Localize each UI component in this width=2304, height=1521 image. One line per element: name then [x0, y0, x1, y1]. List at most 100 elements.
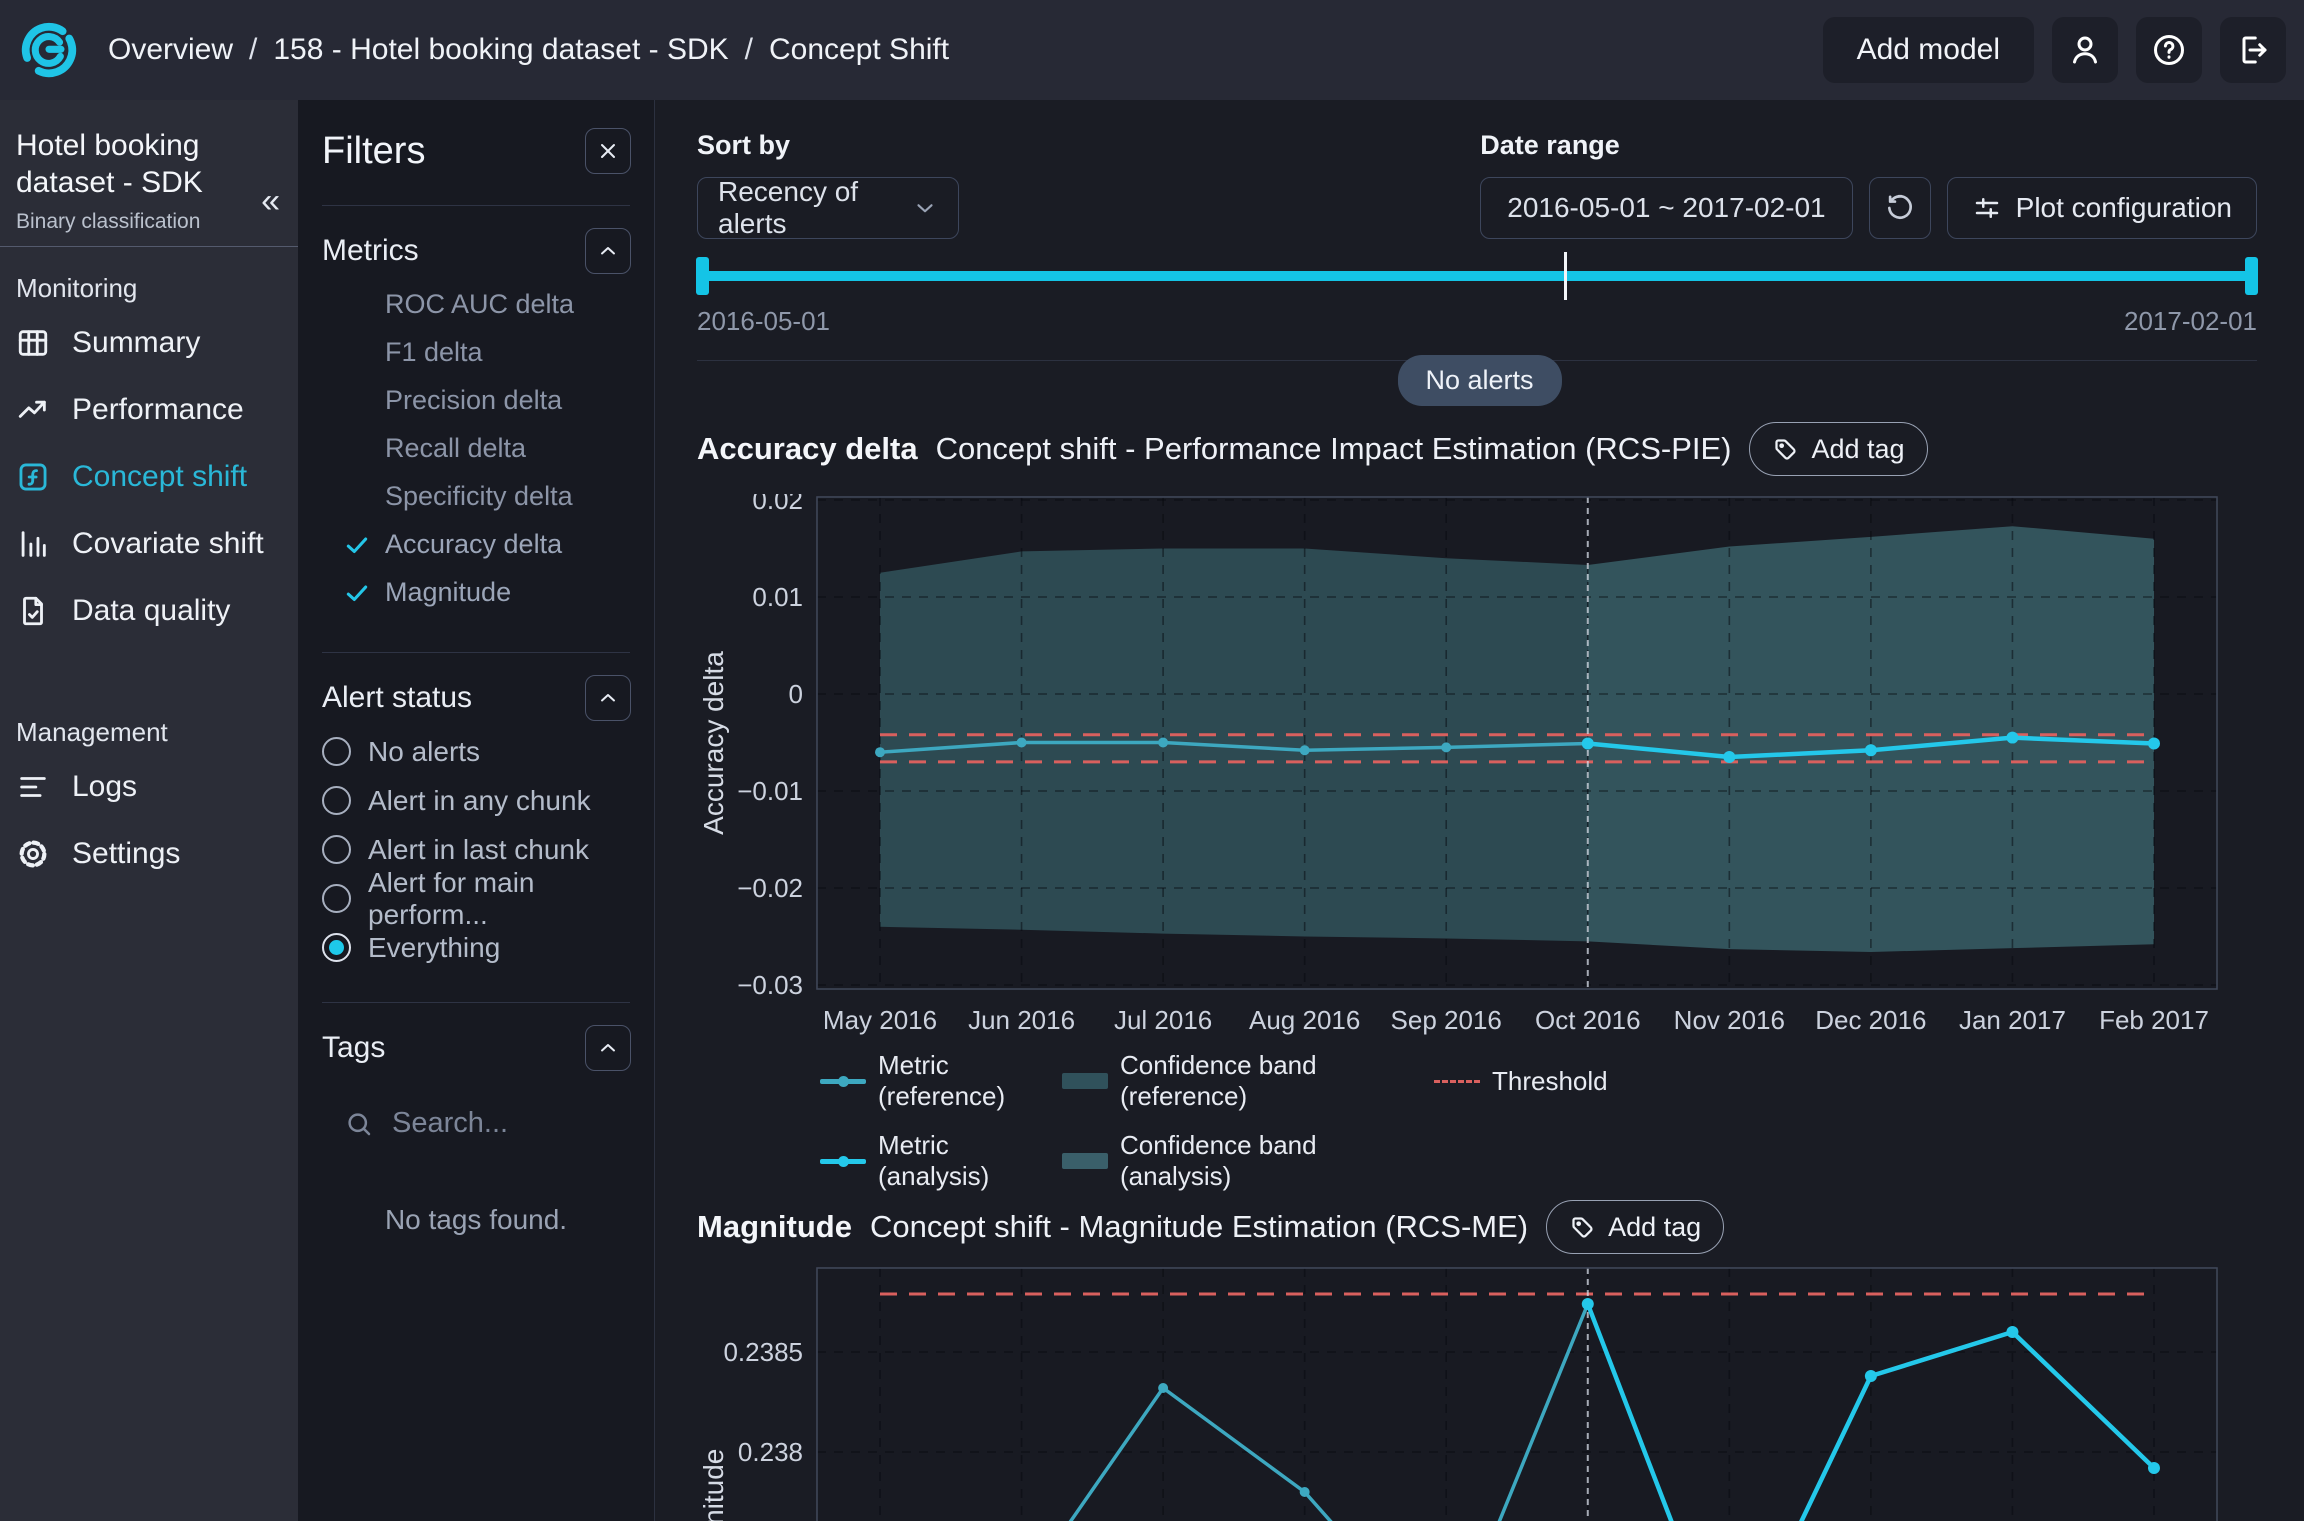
- help-button[interactable]: [2136, 17, 2202, 83]
- model-title: Hotel booking dataset - SDK: [16, 128, 266, 202]
- svg-text:−0.03: −0.03: [737, 970, 803, 1000]
- sidebar-item-performance[interactable]: Performance: [0, 377, 298, 444]
- search-icon: [344, 1109, 374, 1139]
- alert-status-collapse-button[interactable]: [585, 675, 631, 721]
- slider-track[interactable]: [697, 271, 2257, 281]
- radio-icon: [322, 737, 351, 766]
- tags-collapse-button[interactable]: [585, 1025, 631, 1071]
- chart2-method-name: Concept shift - Magnitude Estimation (RC…: [870, 1209, 1528, 1245]
- help-icon: [2151, 32, 2187, 68]
- svg-text:Jan 2017: Jan 2017: [1959, 1005, 2066, 1035]
- sidebar-item-data-quality[interactable]: Data quality: [0, 578, 298, 645]
- reset-date-range-button[interactable]: [1869, 177, 1931, 239]
- plot-configuration-label: Plot configuration: [2016, 192, 2232, 224]
- metric-label: ROC AUC delta: [385, 289, 574, 320]
- nannyml-logo[interactable]: [18, 19, 80, 81]
- chart2-metric-name: Magnitude: [697, 1209, 852, 1245]
- chart-legend: Metric (reference) Confidence band (refe…: [820, 1050, 1608, 1192]
- alert-status-option-any-chunk[interactable]: Alert in any chunk: [298, 776, 654, 825]
- svg-text:−0.02: −0.02: [737, 873, 803, 903]
- metric-option-recall-delta[interactable]: Recall delta: [298, 424, 654, 472]
- legend-item-metric-reference: Metric (reference): [820, 1050, 1062, 1112]
- sort-by-select[interactable]: Recency of alerts: [697, 177, 959, 239]
- sidebar-item-settings[interactable]: Settings: [0, 821, 298, 888]
- breadcrumb-separator: /: [249, 33, 257, 67]
- chart1-title-row: Accuracy delta Concept shift - Performan…: [697, 422, 1928, 476]
- alert-status-option-no-alerts[interactable]: No alerts: [298, 727, 654, 776]
- radio-icon: [322, 835, 351, 864]
- svg-text:0.238: 0.238: [738, 1437, 803, 1467]
- radio-selected-icon: [322, 933, 351, 962]
- model-sidebar: Hotel booking dataset - SDK « Binary cla…: [0, 100, 298, 1521]
- slider-handle-end[interactable]: [2245, 257, 2258, 295]
- sidebar-collapse-button[interactable]: «: [261, 184, 280, 218]
- user-icon: [2067, 32, 2103, 68]
- filters-close-button[interactable]: [585, 128, 631, 174]
- chart1-metric-name: Accuracy delta: [697, 431, 918, 467]
- breadcrumb-model[interactable]: 158 - Hotel booking dataset - SDK: [273, 33, 728, 67]
- checkmark-icon: [344, 580, 370, 606]
- tag-icon: [1569, 1214, 1596, 1241]
- sort-by-label: Sort by: [697, 130, 959, 161]
- metric-label: F1 delta: [385, 337, 483, 368]
- chevron-up-icon: [596, 1036, 620, 1060]
- sidebar-item-logs[interactable]: Logs: [0, 754, 298, 821]
- date-range-label: Date range: [1480, 130, 2257, 161]
- plot-configuration-button[interactable]: Plot configuration: [1947, 177, 2257, 239]
- tag-search-input[interactable]: [392, 1107, 612, 1140]
- breadcrumb-overview[interactable]: Overview: [108, 33, 233, 67]
- svg-text:Jul 2016: Jul 2016: [1114, 1005, 1212, 1035]
- metric-label: Accuracy delta: [385, 529, 562, 560]
- slider-labels: 2016-05-01 2017-02-01: [697, 306, 2257, 337]
- chart2-add-tag-button[interactable]: Add tag: [1546, 1200, 1724, 1254]
- slider-handle-start[interactable]: [696, 257, 709, 295]
- radio-label: No alerts: [368, 736, 480, 768]
- sidebar-item-label: Concept shift: [72, 460, 247, 494]
- date-range-slider: [697, 252, 2257, 300]
- legend-swatch-metric-reference: [820, 1079, 866, 1084]
- svg-text:Magnitude: Magnitude: [698, 1449, 729, 1521]
- radio-icon: [322, 884, 351, 913]
- sidebar-item-concept-shift[interactable]: Concept shift: [0, 444, 298, 511]
- sidebar-item-covariate-shift[interactable]: Covariate shift: [0, 511, 298, 578]
- svg-text:Feb 2017: Feb 2017: [2099, 1005, 2209, 1035]
- metric-option-specificity-delta[interactable]: Specificity delta: [298, 472, 654, 520]
- legend-item-metric-analysis: Metric (analysis): [820, 1130, 1062, 1192]
- metric-option-roc-auc-delta[interactable]: ROC AUC delta: [298, 280, 654, 328]
- sliders-icon: [1972, 193, 2002, 223]
- logout-button[interactable]: [2220, 17, 2286, 83]
- logout-icon: [2235, 32, 2271, 68]
- slider-current-marker[interactable]: [1564, 252, 1567, 300]
- legend-item-band-reference: Confidence band (reference): [1062, 1050, 1434, 1112]
- chart1-add-tag-button[interactable]: Add tag: [1749, 422, 1927, 476]
- add-model-button[interactable]: Add model: [1823, 17, 2034, 83]
- accuracy-delta-chart[interactable]: 0.020.010−0.01−0.02−0.03May 2016Jun 2016…: [697, 494, 2227, 1054]
- metric-option-magnitude[interactable]: Magnitude: [298, 568, 654, 616]
- sort-by-control: Sort by Recency of alerts: [697, 130, 959, 239]
- alert-status-option-main-performance[interactable]: Alert for main perform...: [298, 874, 654, 923]
- date-range-control: Date range 2016-05-01 ~ 2017-02-01 Plot …: [1480, 130, 2257, 239]
- management-heading: Management: [0, 717, 298, 748]
- metric-option-precision-delta[interactable]: Precision delta: [298, 376, 654, 424]
- history-icon: [1884, 192, 1916, 224]
- legend-label: Metric (reference): [878, 1050, 1062, 1112]
- sidebar-item-summary[interactable]: Summary: [0, 310, 298, 377]
- top-navbar: Overview / 158 - Hotel booking dataset -…: [0, 0, 2304, 100]
- sidebar-item-label: Covariate shift: [72, 527, 264, 561]
- summary-grid-icon: [16, 326, 50, 360]
- sidebar-item-label: Performance: [72, 393, 244, 427]
- radio-icon: [322, 786, 351, 815]
- breadcrumb-current: Concept Shift: [769, 33, 949, 67]
- metrics-collapse-button[interactable]: [585, 228, 631, 274]
- metric-option-accuracy-delta[interactable]: Accuracy delta: [298, 520, 654, 568]
- user-button[interactable]: [2052, 17, 2118, 83]
- radio-label: Alert for main perform...: [368, 867, 654, 931]
- legend-swatch-band-reference: [1062, 1073, 1108, 1089]
- metric-option-f1-delta[interactable]: F1 delta: [298, 328, 654, 376]
- svg-text:Nov 2016: Nov 2016: [1674, 1005, 1785, 1035]
- legend-label: Metric (analysis): [878, 1130, 1062, 1192]
- model-type-label: Binary classification: [16, 210, 282, 234]
- date-range-input[interactable]: 2016-05-01 ~ 2017-02-01: [1480, 177, 1852, 239]
- magnitude-chart[interactable]: 0.23850.238Magnitude: [697, 1267, 2227, 1521]
- svg-text:Dec 2016: Dec 2016: [1815, 1005, 1926, 1035]
